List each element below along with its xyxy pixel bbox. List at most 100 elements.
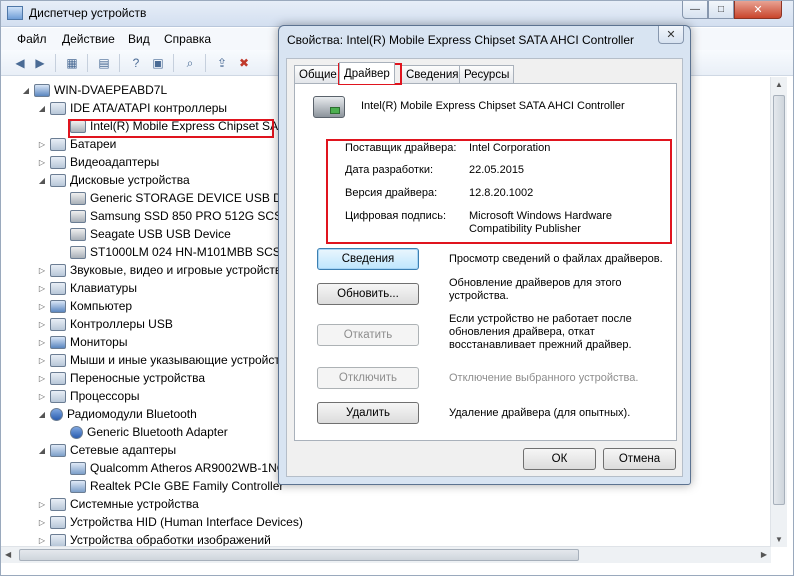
- dialog-close-button[interactable]: ✕: [658, 26, 684, 44]
- tree-category[interactable]: ▷ Компьютер: [37, 297, 132, 315]
- tab-driver[interactable]: Драйвер: [339, 62, 395, 84]
- device-name: Intel(R) Mobile Express Chipset SATA AHC…: [361, 100, 625, 112]
- collapse-arrow-icon[interactable]: ◢: [37, 176, 47, 185]
- menu-file[interactable]: Файл: [17, 32, 47, 46]
- tree-category[interactable]: ▷ Звуковые, видео и игровые устройств: [37, 261, 281, 279]
- tree-category[interactable]: ▷ Контроллеры USB: [37, 315, 173, 333]
- tree-category[interactable]: ▷ Клавиатуры: [37, 279, 137, 297]
- scan-icon[interactable]: ⌕: [181, 54, 199, 72]
- tree-device[interactable]: Realtek PCIe GBE Family Controller: [57, 477, 283, 495]
- tree-device[interactable]: ST1000LM 024 HN-M101MBB SCSI D: [57, 243, 296, 261]
- tree-item-label: Устройства обработки изображений: [70, 533, 271, 547]
- rollback-driver-button[interactable]: Откатить: [317, 324, 419, 346]
- tree-item-label: Компьютер: [70, 299, 133, 313]
- tree-category[interactable]: ◢ Радиомодули Bluetooth: [37, 405, 197, 423]
- tab-details[interactable]: Сведения: [401, 65, 464, 83]
- tab-resources[interactable]: Ресурсы: [459, 65, 515, 83]
- disable-device-button[interactable]: Отключить: [317, 367, 419, 389]
- tree-category[interactable]: ▷ Устройства обработки изображений: [37, 531, 271, 547]
- ok-button[interactable]: ОК: [523, 448, 596, 470]
- menu-action[interactable]: Действие: [62, 32, 115, 46]
- horizontal-scrollbar[interactable]: ◀ ▶: [1, 546, 771, 563]
- vertical-scrollbar[interactable]: ▲ ▼: [770, 77, 787, 547]
- vertical-scroll-thumb[interactable]: [773, 95, 785, 505]
- device-category-icon: [50, 155, 66, 169]
- collapse-arrow-icon[interactable]: ◢: [37, 410, 47, 419]
- expand-arrow-icon[interactable]: ▷: [37, 536, 47, 545]
- device-category-icon: [70, 245, 86, 259]
- tree-category[interactable]: ▷ Переносные устройства: [37, 369, 205, 387]
- scroll-left-icon[interactable]: ◀: [5, 550, 11, 559]
- expand-arrow-icon[interactable]: ▷: [37, 320, 47, 329]
- driver-details-button[interactable]: Сведения: [317, 248, 419, 270]
- tree-category[interactable]: ◢ Дисковые устройства: [37, 171, 190, 189]
- dialog-body: Общие Драйвер Сведения Ресурсы Intel(R) …: [286, 58, 683, 477]
- tree-device[interactable]: Generic STORAGE DEVICE USB Devic: [57, 189, 303, 207]
- tree-root[interactable]: ◢ WIN-DVAEPEABD7L: [21, 81, 167, 99]
- uninstall-driver-button[interactable]: Удалить: [317, 402, 419, 424]
- device-category-icon: [50, 443, 66, 457]
- device-category-icon: [50, 281, 66, 295]
- cancel-button[interactable]: Отмена: [603, 448, 676, 470]
- update-driver-button[interactable]: Обновить...: [317, 283, 419, 305]
- help-icon[interactable]: ?: [127, 54, 145, 72]
- close-button[interactable]: ✕: [734, 1, 782, 19]
- tree-item-label: Generic Bluetooth Adapter: [87, 425, 228, 439]
- expand-arrow-icon[interactable]: ▷: [37, 140, 47, 149]
- tree-item-label: Устройства HID (Human Interface Devices): [70, 515, 303, 529]
- update-driver-icon[interactable]: ⇪: [213, 54, 231, 72]
- uninstall-icon[interactable]: ✖: [235, 54, 253, 72]
- tree-category[interactable]: ▷ Процессоры: [37, 387, 140, 405]
- scroll-right-icon[interactable]: ▶: [761, 550, 767, 559]
- scroll-down-icon[interactable]: ▼: [775, 535, 783, 544]
- monitor-icon[interactable]: ▣: [149, 54, 167, 72]
- expand-arrow-icon[interactable]: ▷: [37, 302, 47, 311]
- horizontal-scroll-thumb[interactable]: [19, 549, 579, 561]
- tree-device[interactable]: Samsung SSD 850 PRO 512G SCSI Di: [57, 207, 300, 225]
- tree-device[interactable]: Generic Bluetooth Adapter: [57, 423, 228, 441]
- expand-arrow-icon[interactable]: ▷: [37, 500, 47, 509]
- device-category-icon: [50, 101, 66, 115]
- tree-item-label: ST1000LM 024 HN-M101MBB SCSI D: [90, 245, 297, 259]
- collapse-arrow-icon[interactable]: ◢: [37, 446, 47, 455]
- title-bar[interactable]: Диспетчер устройств — □ ✕: [1, 1, 793, 27]
- tree-item-label: Qualcomm Atheros AR9002WB-1NG: [90, 461, 287, 475]
- device-category-icon: [50, 533, 66, 547]
- expand-arrow-icon[interactable]: ▷: [37, 338, 47, 347]
- maximize-button[interactable]: □: [708, 1, 734, 19]
- forward-arrow-icon[interactable]: ▶: [31, 54, 49, 72]
- tree-category[interactable]: ▷ Устройства HID (Human Interface Devices…: [37, 513, 303, 531]
- expand-arrow-icon[interactable]: ▷: [37, 356, 47, 365]
- tree-category[interactable]: ▷ Мониторы: [37, 333, 128, 351]
- tree-category[interactable]: ◢ Сетевые адаптеры: [37, 441, 176, 459]
- minimize-button[interactable]: —: [682, 1, 708, 19]
- list-icon[interactable]: ▤: [95, 54, 113, 72]
- tree-category[interactable]: ▷ Видеоадаптеры: [37, 153, 159, 171]
- rollback-description: Если устройство не работает после обновл…: [449, 313, 632, 351]
- collapse-arrow-icon[interactable]: ◢: [21, 86, 31, 95]
- scroll-up-icon[interactable]: ▲: [775, 80, 783, 89]
- properties-icon[interactable]: ▦: [63, 54, 81, 72]
- collapse-arrow-icon[interactable]: ◢: [37, 104, 47, 113]
- back-arrow-icon[interactable]: ◀: [11, 54, 29, 72]
- tree-device[interactable]: Seagate USB USB Device: [57, 225, 231, 243]
- expand-arrow-icon[interactable]: ▷: [37, 518, 47, 527]
- expand-arrow-icon[interactable]: ▷: [37, 374, 47, 383]
- tree-category[interactable]: ▷ Системные устройства: [37, 495, 199, 513]
- tree-device[interactable]: Qualcomm Atheros AR9002WB-1NG: [57, 459, 286, 477]
- expand-arrow-icon[interactable]: ▷: [37, 158, 47, 167]
- expand-arrow-icon[interactable]: ▷: [37, 284, 47, 293]
- tree-category[interactable]: ▷ Мыши и иные указывающие устройств: [37, 351, 286, 369]
- device-category-icon: [70, 191, 86, 205]
- device-manager-icon: [7, 6, 23, 20]
- device-category-icon: [50, 407, 63, 421]
- device-category-icon: [70, 227, 86, 241]
- tree-category[interactable]: ◢ IDE ATA/ATAPI контроллеры: [37, 99, 227, 117]
- menu-view[interactable]: Вид: [128, 32, 150, 46]
- device-category-icon: [50, 515, 66, 529]
- tab-general[interactable]: Общие: [294, 65, 342, 83]
- menu-help[interactable]: Справка: [164, 32, 211, 46]
- dialog-title: Свойства: Intel(R) Mobile Express Chipse…: [287, 33, 635, 47]
- expand-arrow-icon[interactable]: ▷: [37, 392, 47, 401]
- expand-arrow-icon[interactable]: ▷: [37, 266, 47, 275]
